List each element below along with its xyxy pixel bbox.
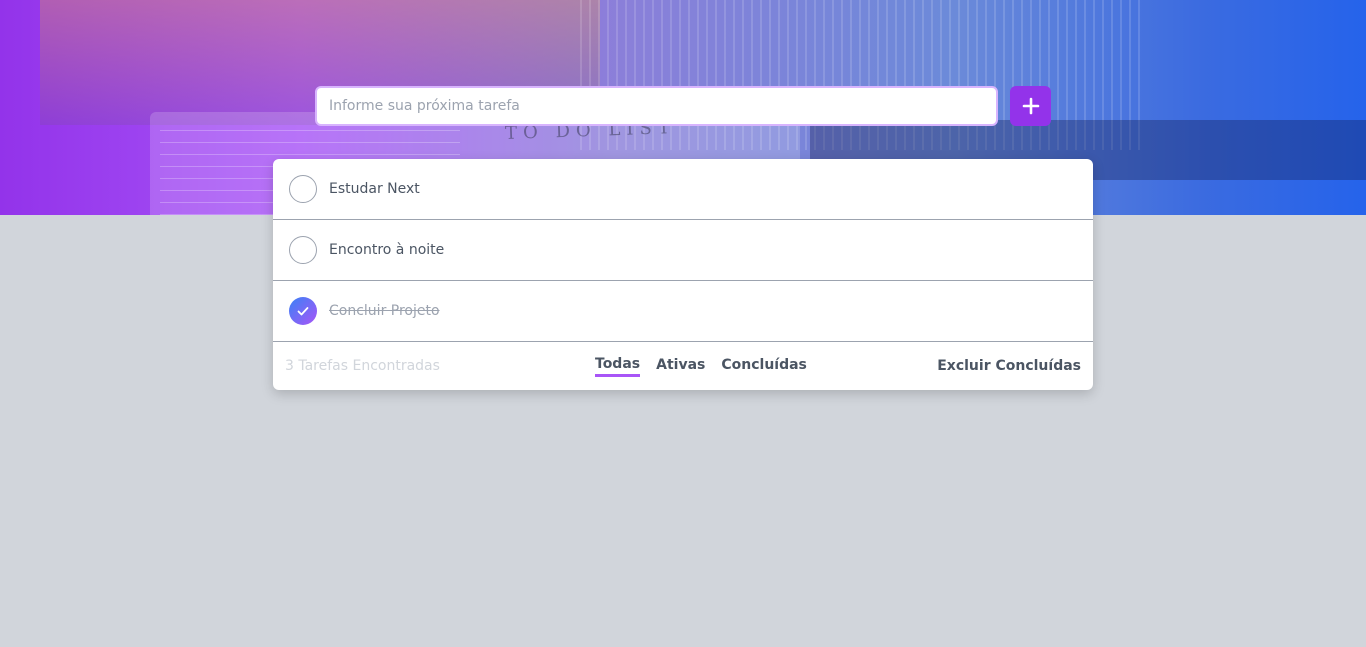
task-label[interactable]: Estudar Next [329, 181, 420, 197]
task-item[interactable]: Encontro à noite [273, 220, 1093, 281]
filter-tabs: Todas Ativas Concluídas [595, 342, 807, 390]
filter-all[interactable]: Todas [595, 356, 641, 377]
new-task-input[interactable] [315, 86, 998, 126]
task-item[interactable]: Estudar Next [273, 159, 1093, 220]
task-toggle-circle[interactable] [289, 175, 317, 203]
task-toggle-checked[interactable] [289, 297, 317, 325]
clear-completed-button[interactable]: Excluir Concluídas [937, 342, 1081, 390]
new-task-form [315, 86, 1051, 126]
task-toggle-circle[interactable] [289, 236, 317, 264]
task-label[interactable]: Concluir Projeto [329, 303, 440, 319]
plus-icon [1022, 97, 1039, 115]
task-list-footer: 3 Tarefas Encontradas Todas Ativas Concl… [273, 342, 1093, 390]
task-item[interactable]: Concluir Projeto [273, 281, 1093, 342]
task-list-card: Estudar Next Encontro à noite Concluir P… [273, 159, 1093, 390]
filter-active[interactable]: Ativas [656, 357, 705, 375]
task-label[interactable]: Encontro à noite [329, 242, 444, 258]
filter-completed[interactable]: Concluídas [721, 357, 807, 375]
add-task-button[interactable] [1010, 86, 1051, 126]
task-count: 3 Tarefas Encontradas [285, 358, 440, 374]
check-icon [297, 307, 309, 316]
